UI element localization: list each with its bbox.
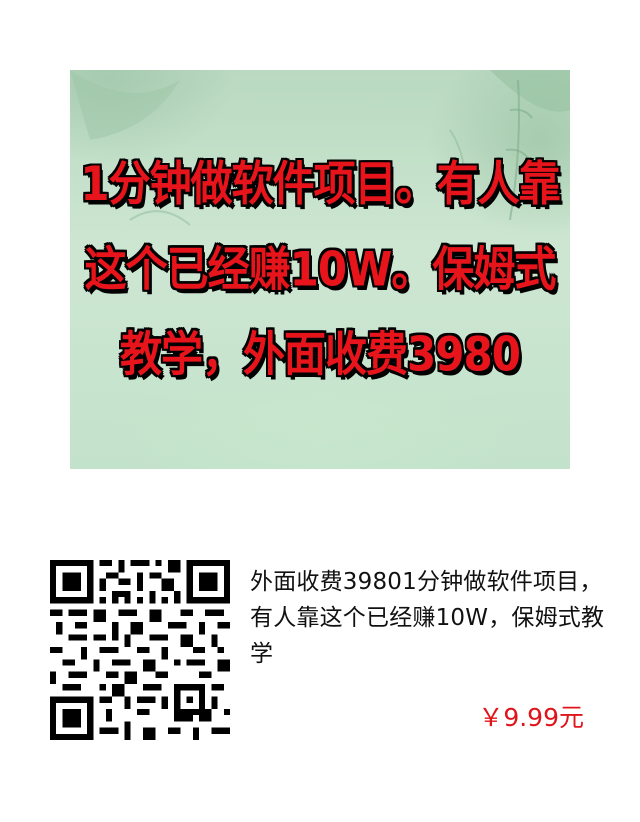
qr-code-icon [50,560,230,740]
product-title: 外面收费39801分钟做软件项目，有人靠这个已经赚10W，保姆式教学 [250,569,605,667]
banner-headline: 1分钟做软件项目。有人靠这个已经赚10W。保姆式教学，外面收费3980 [80,156,560,382]
product-price: ￥9.99元 [478,703,584,732]
product-banner-image: 1分钟做软件项目。有人靠这个已经赚10W。保姆式教学，外面收费3980 [70,70,570,469]
